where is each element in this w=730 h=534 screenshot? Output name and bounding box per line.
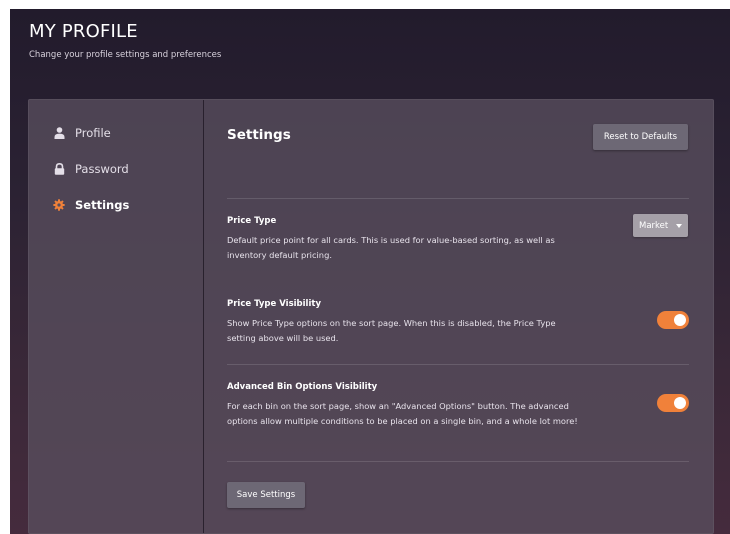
toggle-knob xyxy=(674,397,686,409)
toggle-knob xyxy=(674,314,686,326)
divider xyxy=(227,364,689,365)
page-title: MY PROFILE xyxy=(29,21,138,42)
price-type-visibility-toggle[interactable] xyxy=(657,311,689,329)
page-subtitle: Change your profile settings and prefere… xyxy=(29,50,222,60)
sidebar-item-label: Password xyxy=(75,162,129,176)
settings-title: Settings xyxy=(227,127,291,143)
setting-label-price-type-visibility: Price Type Visibility xyxy=(227,299,321,309)
price-type-dropdown[interactable]: Market xyxy=(633,214,688,237)
settings-content: Settings Reset to Defaults Price Type De… xyxy=(227,100,689,533)
profile-panel: Profile Password Settings Settings Reset… xyxy=(28,99,714,534)
reset-to-defaults-button[interactable]: Reset to Defaults xyxy=(593,124,688,150)
lock-icon xyxy=(53,163,65,175)
sidebar-item-label: Settings xyxy=(75,198,130,212)
setting-desc-advanced-bin-options: For each bin on the sort page, show an "… xyxy=(227,401,578,426)
divider xyxy=(227,461,689,462)
setting-label-price-type: Price Type xyxy=(227,216,277,226)
app-window: MY PROFILE Change your profile settings … xyxy=(10,9,730,534)
gear-icon xyxy=(53,199,65,211)
sidebar-item-password[interactable]: Password xyxy=(53,160,129,178)
save-settings-button[interactable]: Save Settings xyxy=(227,482,305,508)
caret-down-icon xyxy=(676,223,682,228)
setting-desc-price-type-visibility: Show Price Type options on the sort page… xyxy=(227,318,556,343)
user-icon xyxy=(53,127,65,139)
sidebar-item-label: Profile xyxy=(75,126,111,140)
dropdown-value: Market xyxy=(639,220,669,231)
advanced-bin-options-toggle[interactable] xyxy=(657,394,689,412)
divider xyxy=(227,198,689,199)
sidebar-item-profile[interactable]: Profile xyxy=(53,124,111,142)
sidebar-item-settings[interactable]: Settings xyxy=(53,196,129,214)
setting-label-advanced-bin-options: Advanced Bin Options Visibility xyxy=(227,382,378,392)
setting-desc-price-type: Default price point for all cards. This … xyxy=(227,235,555,260)
page-header: MY PROFILE Change your profile settings … xyxy=(29,21,221,60)
sidebar: Profile Password Settings xyxy=(29,100,204,533)
